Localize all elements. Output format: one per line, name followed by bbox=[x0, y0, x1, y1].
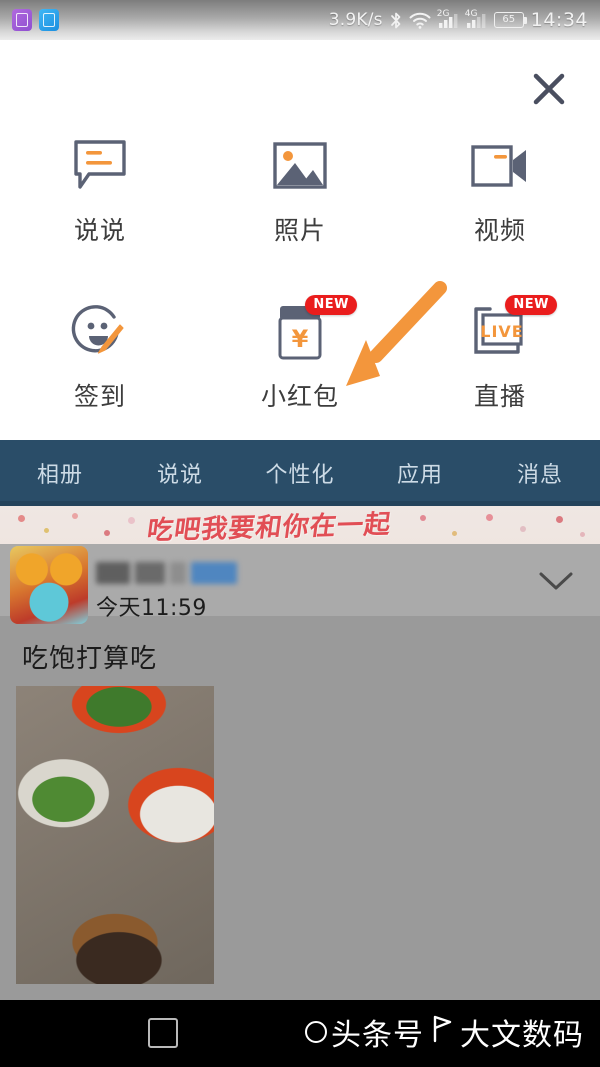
status-indicators: 3.9K/s 2G 4G 65 14:34 bbox=[329, 9, 588, 31]
phone-screen: 3.9K/s 2G 4G 65 14:34 说说 照片 视频 签到 ¥ NEW … bbox=[0, 0, 600, 1067]
tab-yingyong[interactable]: 应用 bbox=[360, 457, 480, 489]
svg-text:LIVE: LIVE bbox=[480, 322, 523, 341]
new-badge: NEW bbox=[305, 295, 357, 315]
check-in-smiley-icon bbox=[69, 301, 131, 363]
status-bar: 3.9K/s 2G 4G 65 14:34 bbox=[0, 0, 600, 40]
post-timestamp: 今天11:59 bbox=[96, 596, 207, 621]
photo-icon bbox=[269, 135, 331, 197]
speech-bubble-icon bbox=[69, 135, 131, 197]
publish-option-label: 照片 bbox=[273, 216, 326, 245]
tab-xiangce[interactable]: 相册 bbox=[0, 457, 120, 489]
tab-gexinghua[interactable]: 个性化 bbox=[240, 457, 360, 489]
bluetooth-icon bbox=[390, 11, 402, 29]
clock-label: 14:34 bbox=[530, 9, 588, 31]
live-broadcast-icon: LIVE NEW bbox=[469, 295, 557, 363]
tab-xiaoxi[interactable]: 消息 bbox=[480, 457, 600, 489]
banner-text: 吃吧我要和你在一起 bbox=[145, 509, 394, 547]
circle-icon bbox=[305, 1021, 327, 1043]
publish-option-label: 说说 bbox=[73, 216, 126, 245]
publish-options-grid: 说说 照片 视频 签到 ¥ NEW 小红包 LIVE NEW 直播 bbox=[0, 135, 600, 413]
battery-level-label: 65 bbox=[502, 14, 516, 25]
app-icon-blue bbox=[39, 9, 59, 31]
publish-option-checkin[interactable]: 签到 bbox=[0, 301, 200, 413]
publish-option-live[interactable]: LIVE NEW 直播 bbox=[400, 295, 600, 413]
new-badge: NEW bbox=[505, 295, 557, 315]
publish-option-photo[interactable]: 照片 bbox=[200, 135, 400, 247]
publish-option-label: 直播 bbox=[473, 382, 526, 411]
wifi-icon bbox=[409, 12, 431, 29]
flag-icon bbox=[430, 1013, 454, 1051]
decorative-banner: 吃吧我要和你在一起 bbox=[0, 506, 600, 548]
publish-option-video[interactable]: 视频 bbox=[400, 135, 600, 247]
profile-tab-bar: 相册 说说 个性化 应用 消息 bbox=[0, 440, 600, 506]
publish-sheet: 说说 照片 视频 签到 ¥ NEW 小红包 LIVE NEW 直播 bbox=[0, 40, 600, 440]
close-icon bbox=[532, 72, 566, 106]
post-text: 吃饱打算吃 bbox=[22, 644, 158, 674]
app-icon-purple bbox=[12, 9, 32, 31]
chevron-down-icon[interactable] bbox=[538, 570, 574, 596]
signal-bars-2g: 2G bbox=[436, 9, 459, 29]
signal-4g-label: 4G bbox=[464, 9, 478, 19]
publish-option-shuoshuo[interactable]: 说说 bbox=[0, 135, 200, 247]
watermark-label-toutiao: 头条号 bbox=[331, 1018, 424, 1053]
watermark-label-author: 大文数码 bbox=[460, 1018, 584, 1053]
signal-2g-label: 2G bbox=[436, 9, 450, 19]
publish-option-label: 小红包 bbox=[260, 382, 339, 411]
post-header: 今天11:59 bbox=[0, 544, 600, 624]
red-packet-icon: ¥ NEW bbox=[269, 295, 357, 363]
close-button[interactable] bbox=[526, 66, 572, 112]
battery-icon: 65 bbox=[493, 12, 527, 28]
food-photo[interactable] bbox=[16, 686, 214, 984]
signal-bars-4g: 4G bbox=[464, 9, 487, 29]
publish-option-label: 视频 bbox=[473, 216, 526, 245]
publish-option-redpacket[interactable]: ¥ NEW 小红包 bbox=[200, 295, 400, 413]
status-notification-icons bbox=[12, 9, 59, 31]
video-camera-icon bbox=[469, 135, 531, 197]
username-masked bbox=[96, 562, 237, 584]
network-speed-label: 3.9K/s bbox=[328, 10, 383, 30]
system-nav-bar: 头条号 大文数码 bbox=[0, 1000, 600, 1067]
tab-shuoshuo[interactable]: 说说 bbox=[120, 457, 240, 489]
publish-option-label: 签到 bbox=[73, 382, 126, 411]
svg-text:¥: ¥ bbox=[292, 325, 309, 353]
recents-square-icon[interactable] bbox=[148, 1018, 178, 1048]
feed-area: 吃吧我要和你在一起 今天11:59 吃饱打算吃 bbox=[0, 506, 600, 1000]
watermark: 头条号 大文数码 bbox=[305, 1010, 584, 1054]
avatar[interactable] bbox=[10, 546, 88, 624]
